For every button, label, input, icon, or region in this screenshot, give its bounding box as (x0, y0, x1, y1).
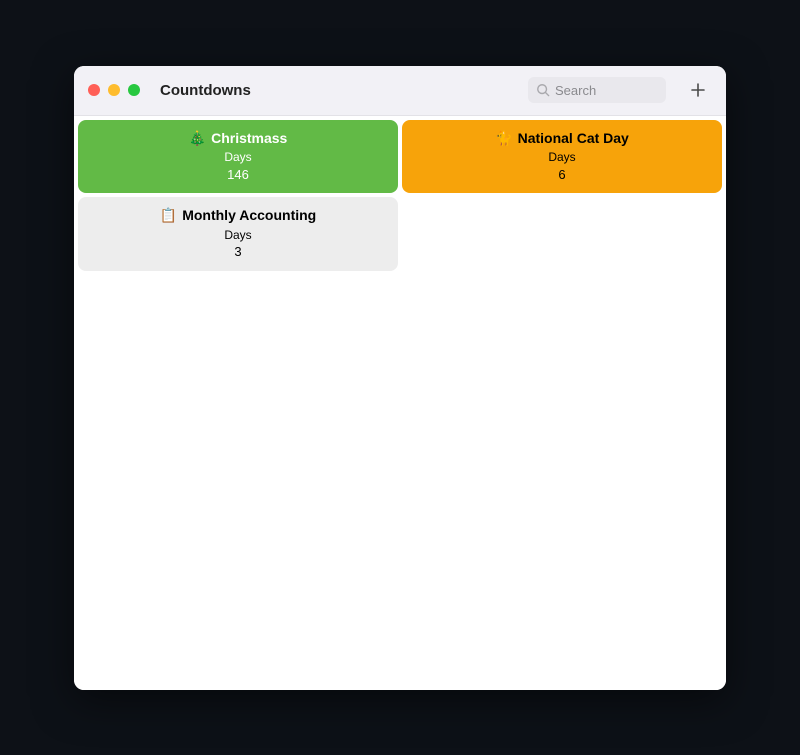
countdown-days-label: Days (224, 227, 251, 243)
maximize-window-button[interactable] (128, 84, 140, 96)
countdowns-grid: 🎄ChristmassDays146🐈National Cat DayDays6… (74, 116, 726, 690)
countdown-emoji-icon: 📋 (160, 206, 177, 225)
minimize-window-button[interactable] (108, 84, 120, 96)
countdown-days-label: Days (224, 149, 251, 165)
countdown-emoji-icon: 🐈 (495, 129, 512, 148)
plus-icon (690, 82, 706, 98)
app-window: Countdowns 🎄ChristmassDays146🐈National C… (74, 66, 726, 690)
add-button[interactable] (684, 76, 712, 104)
search-icon (536, 83, 550, 97)
countdown-emoji-icon: 🎄 (189, 129, 206, 148)
countdown-title: Christmass (211, 129, 287, 148)
countdown-card[interactable]: 🎄 ChristmassDays146 (78, 120, 398, 194)
close-window-button[interactable] (88, 84, 100, 96)
countdown-title-row: 📋 Monthly Accounting (160, 206, 316, 225)
search-field[interactable] (528, 77, 666, 103)
window-title: Countdowns (160, 82, 251, 99)
traffic-lights (88, 84, 140, 96)
countdown-days-value: 146 (227, 166, 249, 184)
countdown-days-value: 6 (558, 166, 565, 184)
search-input[interactable] (555, 83, 658, 98)
titlebar: Countdowns (74, 66, 726, 116)
countdown-title-row: 🐈 National Cat Day (495, 129, 629, 148)
countdown-days-value: 3 (234, 243, 241, 261)
countdown-card[interactable]: 📋 Monthly Accounting Days3 (78, 197, 398, 271)
countdown-days-label: Days (548, 149, 575, 165)
countdown-title-row: 🎄 Christmass (189, 129, 288, 148)
countdown-card[interactable]: 🐈 National Cat DayDays6 (402, 120, 722, 194)
countdown-title: Monthly Accounting (182, 206, 316, 225)
countdown-title: National Cat Day (518, 129, 629, 148)
